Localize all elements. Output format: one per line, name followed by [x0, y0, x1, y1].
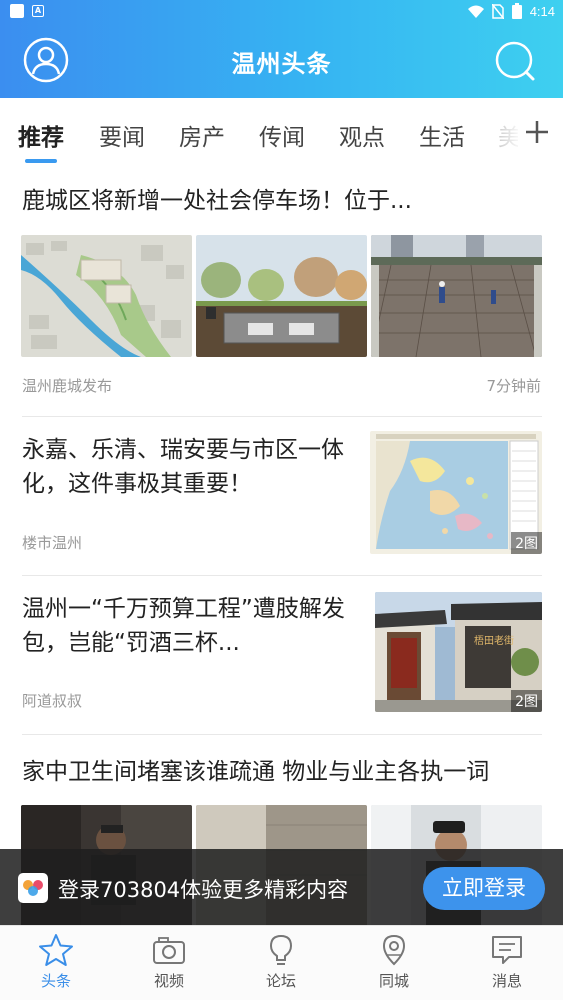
tab-real-estate[interactable]: 房产: [179, 118, 225, 152]
article-1-image-map[interactable]: [21, 235, 192, 357]
wifi-icon: [467, 5, 484, 18]
tab-opinion[interactable]: 观点: [339, 118, 385, 152]
tab-headlines[interactable]: 要闻: [99, 118, 145, 152]
message-icon: [492, 936, 522, 964]
divider: [22, 734, 542, 735]
image-count-badge: 2图: [511, 690, 542, 712]
nav-label: 视频: [153, 972, 184, 990]
article-3-title[interactable]: 温州一“千万预算工程”遭肢解发 包，岂能“罚酒三杯...: [22, 592, 367, 660]
article-2-title-line-2: 化，这件事极其重要！: [22, 471, 252, 497]
article-2-image-map[interactable]: 2图: [370, 431, 542, 554]
nav-forum[interactable]: 论坛: [241, 929, 321, 997]
notification-icon: [10, 4, 24, 18]
location-icon: [382, 934, 406, 966]
login-prompt-text: 登录703804体验更多精彩内容: [58, 878, 349, 902]
app-root: A 4:14 温州头条 推荐 要闻 房产 传闻 观点 生活 美: [0, 0, 563, 1000]
page-title: 温州头条: [231, 50, 332, 78]
nav-label: 消息: [491, 972, 522, 990]
article-1-image-construction[interactable]: [371, 235, 542, 357]
nav-video[interactable]: 视频: [129, 929, 209, 997]
nav-local[interactable]: 同城: [354, 929, 434, 997]
divider: [22, 416, 542, 417]
street-sign-text: 梧田老街: [474, 634, 514, 647]
no-sim-icon: [491, 3, 504, 19]
app-header: A 4:14 温州头条: [0, 0, 563, 98]
search-icon[interactable]: [493, 39, 537, 83]
lightbulb-icon: [269, 934, 293, 965]
divider: [22, 575, 542, 576]
article-3-image-street[interactable]: 梧田老街 2图: [375, 592, 542, 712]
article-1-source: 温州鹿城发布: [22, 377, 113, 395]
nav-label: 头条: [40, 972, 71, 990]
nav-headlines[interactable]: 头条: [16, 929, 96, 997]
battery-icon: [511, 3, 522, 19]
camera-icon: [153, 937, 185, 964]
nav-label: 论坛: [265, 972, 296, 990]
article-2-title[interactable]: 永嘉、乐清、瑞安要与市区一体 化，这件事极其重要！: [22, 433, 367, 501]
active-tab-indicator: [25, 159, 57, 163]
nav-messages[interactable]: 消息: [467, 929, 547, 997]
article-3-title-line-2: 包，岂能“罚酒三杯...: [22, 630, 240, 656]
status-bar: A 4:14: [0, 0, 563, 24]
add-tab-icon[interactable]: [518, 110, 558, 154]
app-logo-icon: [18, 873, 48, 903]
login-now-button[interactable]: 立即登录: [423, 867, 545, 910]
star-icon: [39, 934, 73, 966]
article-2-source: 楼市温州: [22, 534, 83, 552]
tab-recommend[interactable]: 推荐: [18, 118, 64, 152]
nav-label: 同城: [378, 972, 409, 990]
tab-rumors[interactable]: 传闻: [259, 118, 305, 152]
article-1-time: 7分钟前: [486, 377, 541, 395]
article-4-title[interactable]: 家中卫生间堵塞该谁疏通 物业与业主各执一词: [22, 755, 489, 789]
article-2-title-line-1: 永嘉、乐清、瑞安要与市区一体: [22, 437, 344, 463]
article-3-source: 阿道叔叔: [22, 692, 83, 710]
app-notification-icon: A: [32, 5, 44, 17]
app-logo-graphic: [20, 875, 46, 901]
status-time: 4:14: [529, 3, 555, 19]
article-3-title-line-1: 温州一“千万预算工程”遭肢解发: [22, 596, 345, 622]
image-count-badge: 2图: [511, 532, 542, 554]
tab-life[interactable]: 生活: [419, 118, 465, 152]
article-1-title[interactable]: 鹿城区将新增一处社会停车场！位于...: [22, 184, 412, 218]
article-1-image-cross-section[interactable]: [196, 235, 367, 357]
